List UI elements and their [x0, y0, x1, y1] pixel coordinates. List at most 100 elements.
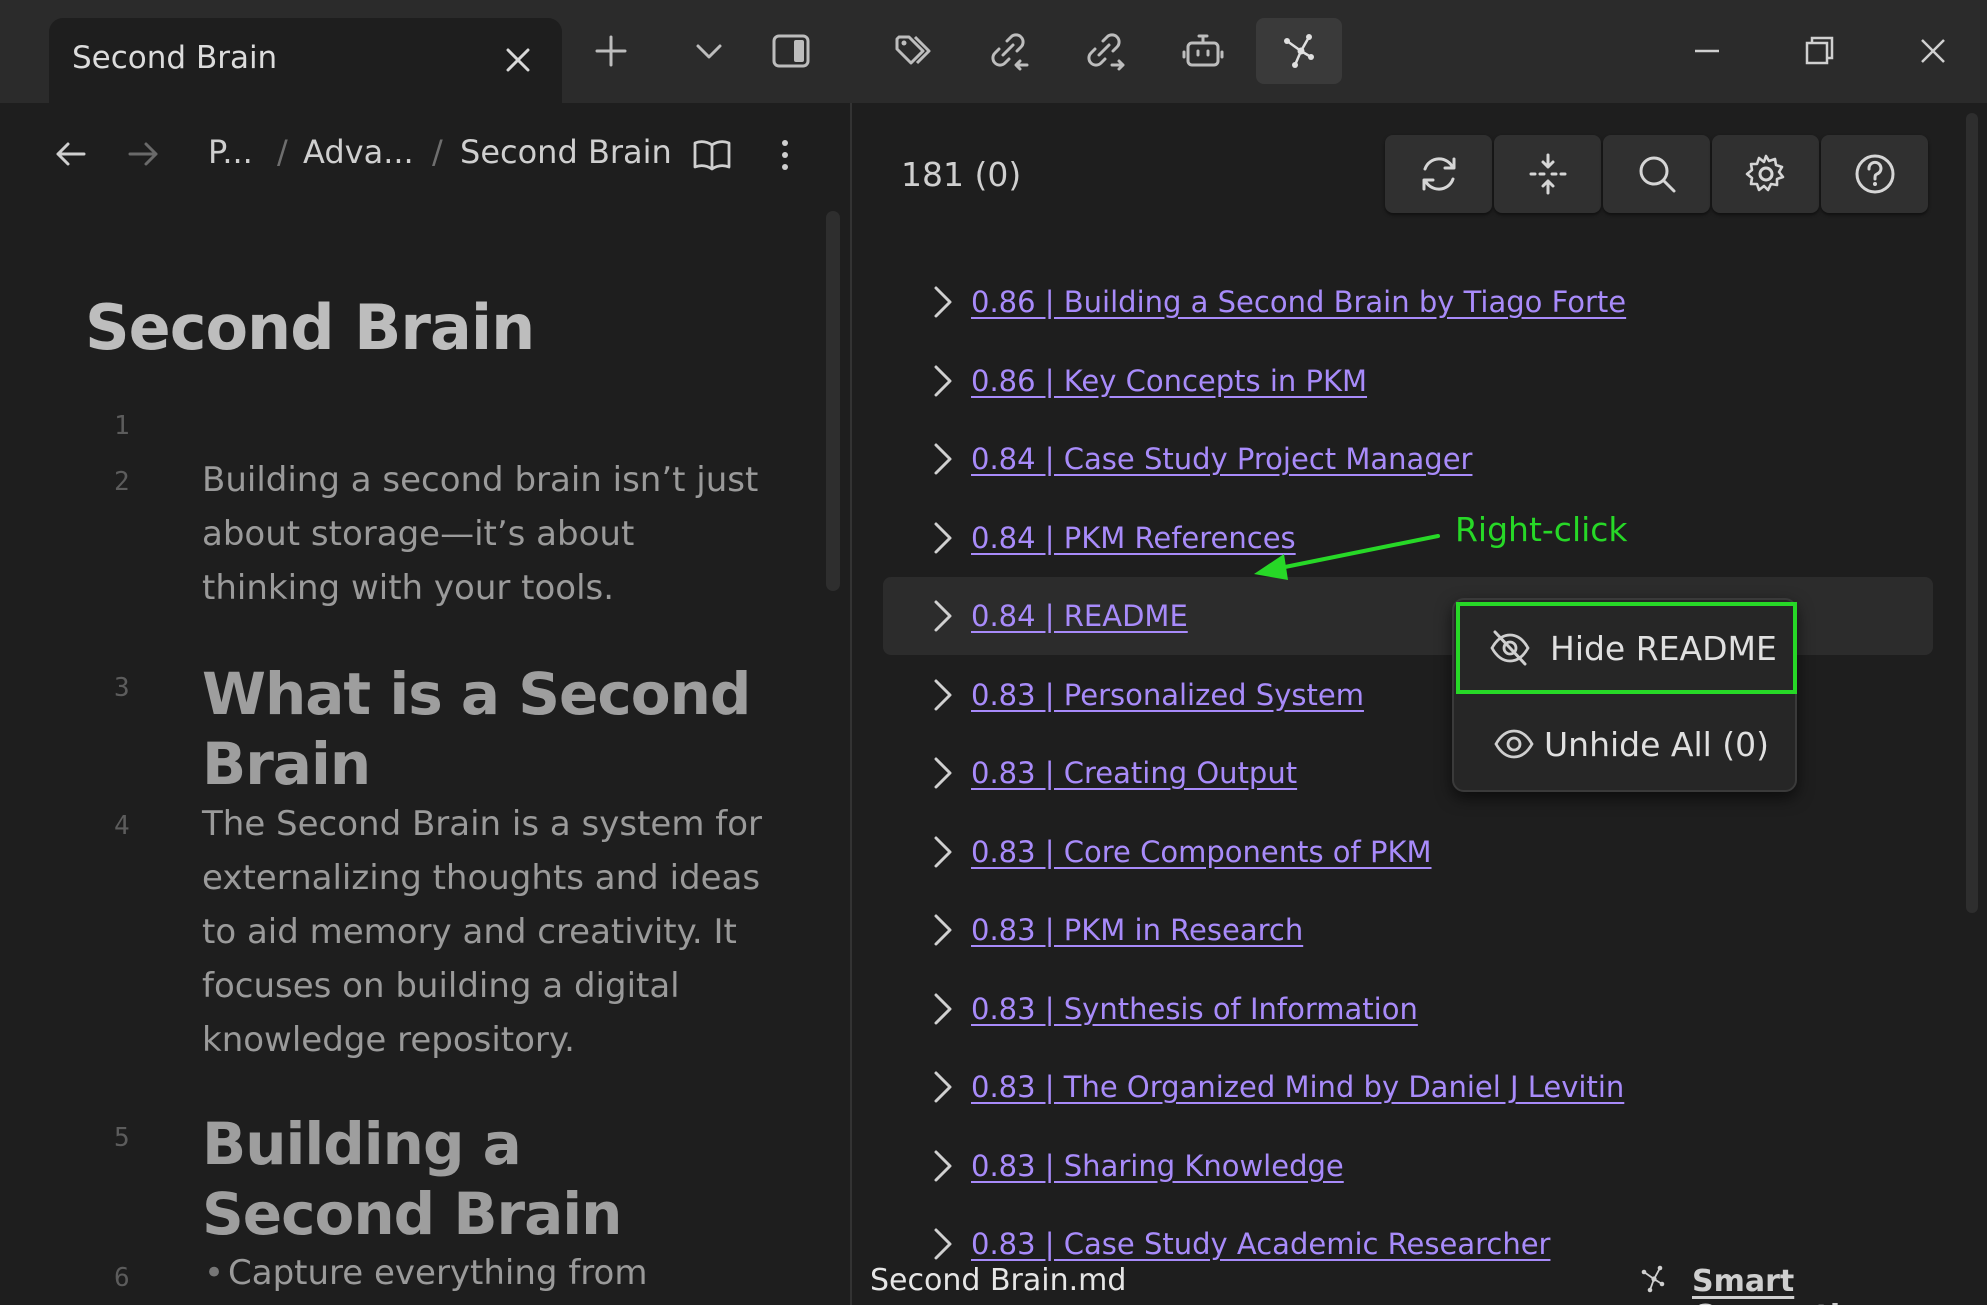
title-bar: Second Brain — [0, 0, 1987, 104]
tab-list-button[interactable] — [666, 18, 752, 84]
connections-scrollbar[interactable] — [1966, 113, 1978, 913]
connection-link[interactable]: 0.83 | Core Components of PKM — [971, 835, 1432, 869]
connection-row[interactable]: 0.83 | Synthesis of Information — [883, 970, 1933, 1048]
breadcrumb-separator: / — [277, 133, 288, 171]
reading-view-icon[interactable] — [690, 133, 734, 177]
chevron-right-icon[interactable] — [923, 518, 963, 558]
refresh-button[interactable] — [1385, 135, 1492, 213]
connection-link[interactable]: 0.83 | The Organized Mind by Daniel J Le… — [971, 1070, 1624, 1104]
connection-row[interactable]: 0.86 | Key Concepts in PKM — [883, 342, 1933, 420]
chevron-right-icon[interactable] — [923, 439, 963, 479]
link-in-icon — [991, 33, 1029, 71]
outgoing-links-button[interactable] — [1062, 18, 1148, 84]
annotation-label: Right-click — [1455, 510, 1628, 549]
chevron-right-icon[interactable] — [923, 753, 963, 793]
bot-button[interactable] — [1160, 18, 1246, 84]
smart-connections-icon — [1641, 1265, 1665, 1293]
smart-connections-button[interactable] — [1256, 18, 1342, 84]
connection-link[interactable]: 0.83 | PKM in Research — [971, 913, 1303, 947]
sidebar-toggle-icon — [772, 34, 810, 68]
close-icon — [1921, 39, 1945, 63]
minimize-button[interactable] — [1664, 18, 1750, 84]
close-icon[interactable] — [496, 38, 540, 82]
line-number: 3 — [114, 673, 130, 703]
chevron-right-icon[interactable] — [923, 596, 963, 636]
backlinks-button[interactable] — [966, 18, 1052, 84]
new-tab-button[interactable] — [568, 18, 654, 84]
tags-button[interactable] — [872, 18, 958, 84]
connection-link[interactable]: 0.84 | PKM References — [971, 521, 1296, 555]
status-filename: Second Brain.md — [870, 1263, 1127, 1298]
line-number: 4 — [114, 811, 130, 841]
gear-icon — [1745, 154, 1784, 192]
editor-pane: P... / Adva... / Second Brain Second Bra… — [0, 103, 852, 1305]
connection-link[interactable]: 0.84 | Case Study Project Manager — [971, 442, 1472, 476]
connection-row[interactable]: 0.84 | Case Study Project Manager — [883, 420, 1933, 498]
chevron-right-icon[interactable] — [923, 1067, 963, 1107]
eye-icon — [1494, 729, 1534, 759]
expand-collapse-button[interactable] — [1494, 135, 1601, 213]
tab-second-brain[interactable]: Second Brain — [49, 18, 562, 104]
link-out-icon — [1087, 33, 1125, 71]
line-number: 6 — [114, 1263, 130, 1293]
menu-item-label: Hide README — [1550, 628, 1777, 668]
help-icon — [1855, 154, 1894, 194]
connection-count: 181 (0) — [901, 155, 1022, 194]
fold-vertical-icon — [1529, 153, 1566, 195]
connection-row[interactable]: 0.83 | The Organized Mind by Daniel J Le… — [883, 1048, 1933, 1126]
chevron-right-icon[interactable] — [923, 989, 963, 1029]
connection-link[interactable]: 0.86 | Key Concepts in PKM — [971, 364, 1367, 398]
refresh-icon — [1422, 157, 1455, 191]
breadcrumb-item[interactable]: Adva... — [303, 133, 414, 171]
close-window-button[interactable] — [1890, 18, 1976, 84]
list-item[interactable]: Capture everything from — [204, 1253, 647, 1293]
heading[interactable]: Building a Second Brain — [202, 1109, 762, 1249]
connection-row[interactable]: 0.86 | Building a Second Brain by Tiago … — [883, 263, 1933, 341]
more-options-icon[interactable] — [770, 133, 800, 177]
smart-connections-icon — [1284, 34, 1314, 68]
paragraph[interactable]: Building a second brain isn’t just about… — [202, 453, 762, 615]
annotation-arrow — [1254, 534, 1440, 580]
menu-item-label: Unhide All (0) — [1544, 724, 1770, 764]
connection-row[interactable]: 0.83 | Core Components of PKM — [883, 813, 1933, 891]
connection-link[interactable]: 0.83 | Sharing Knowledge — [971, 1149, 1344, 1183]
connection-link[interactable]: 0.84 | README — [971, 599, 1188, 633]
connection-link[interactable]: 0.83 | Personalized System — [971, 678, 1364, 712]
arrow-left-icon[interactable] — [50, 133, 92, 175]
search-icon — [1639, 156, 1675, 193]
line-number: 5 — [114, 1123, 130, 1153]
chevron-right-icon[interactable] — [923, 832, 963, 872]
help-button[interactable] — [1821, 135, 1928, 213]
connection-row[interactable]: 0.83 | Sharing Knowledge — [883, 1127, 1933, 1205]
connections-toolbar — [1385, 135, 1928, 213]
breadcrumb-item[interactable]: P... — [208, 133, 253, 171]
heading[interactable]: What is a Second Brain — [202, 659, 762, 799]
tab-title: Second Brain — [72, 40, 278, 76]
restore-button[interactable] — [1776, 18, 1862, 84]
chevron-right-icon[interactable] — [923, 1224, 963, 1264]
smart-connections-status-link[interactable]: Smart Connections — [1692, 1264, 1987, 1305]
restore-icon — [1805, 36, 1834, 65]
minimize-icon — [1695, 49, 1719, 53]
connection-link[interactable]: 0.83 | Case Study Academic Researcher — [971, 1227, 1550, 1261]
breadcrumb-current[interactable]: Second Brain — [460, 133, 672, 171]
chevron-right-icon[interactable] — [923, 910, 963, 950]
connection-link[interactable]: 0.83 | Creating Output — [971, 756, 1297, 790]
editor-scrollbar[interactable] — [826, 211, 840, 591]
unhide-all-menu-item[interactable]: Unhide All (0) — [1460, 702, 1793, 786]
chevron-right-icon[interactable] — [923, 282, 963, 322]
chevron-right-icon[interactable] — [923, 361, 963, 401]
toggle-sidebar-button[interactable] — [748, 18, 834, 84]
arrow-right-icon[interactable] — [122, 133, 164, 175]
connection-link[interactable]: 0.83 | Synthesis of Information — [971, 992, 1418, 1026]
paragraph[interactable]: The Second Brain is a system for externa… — [202, 797, 762, 1067]
line-number: 1 — [114, 411, 130, 441]
connection-link[interactable]: 0.86 | Building a Second Brain by Tiago … — [971, 285, 1626, 319]
page-title: Second Brain — [85, 291, 535, 364]
chevron-right-icon[interactable] — [923, 1146, 963, 1186]
hide-readme-menu-item[interactable]: Hide README — [1456, 602, 1797, 694]
search-button[interactable] — [1603, 135, 1710, 213]
settings-button[interactable] — [1712, 135, 1819, 213]
connection-row[interactable]: 0.83 | PKM in Research — [883, 891, 1933, 969]
chevron-right-icon[interactable] — [923, 675, 963, 715]
